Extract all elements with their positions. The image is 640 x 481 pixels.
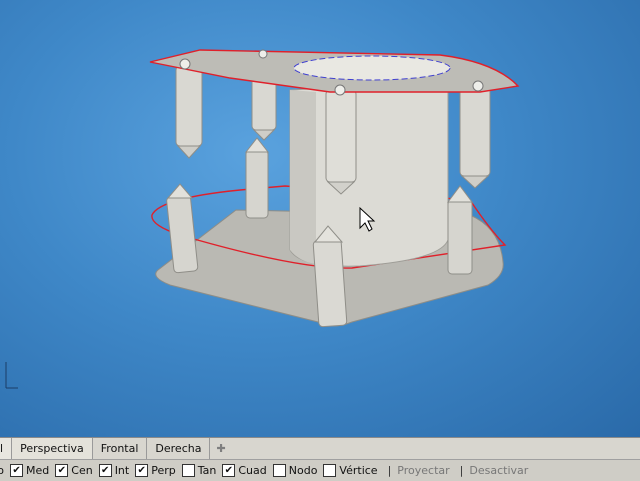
snap-perp[interactable]: ✔ Perp [135,464,176,477]
axis-gizmo-icon [0,358,20,398]
separator: | [459,464,464,477]
tab-superior[interactable]: ntal [0,438,13,460]
desactivar-toggle[interactable]: Desactivar [469,464,528,477]
tab-frontal[interactable]: Frontal [93,438,148,460]
proyectar-toggle[interactable]: Proyectar [397,464,449,477]
tab-perspectiva[interactable]: Perspectiva [12,438,93,460]
plus-icon[interactable]: ✚ [210,438,231,460]
pillar-back-right [447,185,473,275]
osnap-bar: nto ✔ Med ✔ Cen ✔ Int ✔ Perp Tan ✔ Cuad … [0,459,640,481]
viewport-tab-bar: ntal Perspectiva Frontal Derecha ✚ [0,437,640,460]
snap-tan[interactable]: Tan [181,464,217,477]
hanging-pillar-mid [251,77,277,141]
snap-cuad[interactable]: ✔ Cuad [222,464,267,477]
checkbox-tan[interactable] [181,464,195,477]
status-label: Proyectar [397,464,450,477]
snap-label: nto [0,464,4,477]
snap-label: Cen [71,464,93,477]
pillar-back-left [244,137,270,219]
hanging-pillar-left [175,65,203,159]
pillar-front-center [312,225,348,328]
snap-item[interactable]: nto [0,464,4,477]
viewport-perspective[interactable] [0,0,640,437]
snap-label: Perp [151,464,176,477]
checkbox-nodo[interactable] [272,464,286,477]
checkbox-perp[interactable]: ✔ [135,464,149,477]
snap-nodo[interactable]: Nodo [272,464,318,477]
snap-vertice[interactable]: Vértice [323,464,378,477]
snap-label: Nodo [288,464,318,477]
top-plate-hole [293,55,451,81]
snap-cen[interactable]: ✔ Cen [55,464,93,477]
snap-label: Int [114,464,130,477]
checkbox-med[interactable]: ✔ [10,464,24,477]
checkbox-cen[interactable]: ✔ [55,464,69,477]
snap-label: Tan [197,464,217,477]
snap-label: Med [26,464,50,477]
tab-derecha[interactable]: Derecha [147,438,211,460]
hanging-pillar-center [325,89,357,195]
separator: | [387,464,392,477]
checkbox-vertice[interactable] [323,464,337,477]
checkbox-int[interactable]: ✔ [98,464,112,477]
snap-label: Vértice [339,464,378,477]
snap-med[interactable]: ✔ Med [10,464,49,477]
central-cylinder-shade [290,90,316,264]
snap-label: Cuad [238,464,267,477]
model-canvas[interactable] [0,0,640,437]
hanging-pillar-right [459,85,491,189]
checkbox-cuad[interactable]: ✔ [222,464,236,477]
snap-int[interactable]: ✔ Int [98,464,130,477]
status-label: Desactivar [469,464,529,477]
